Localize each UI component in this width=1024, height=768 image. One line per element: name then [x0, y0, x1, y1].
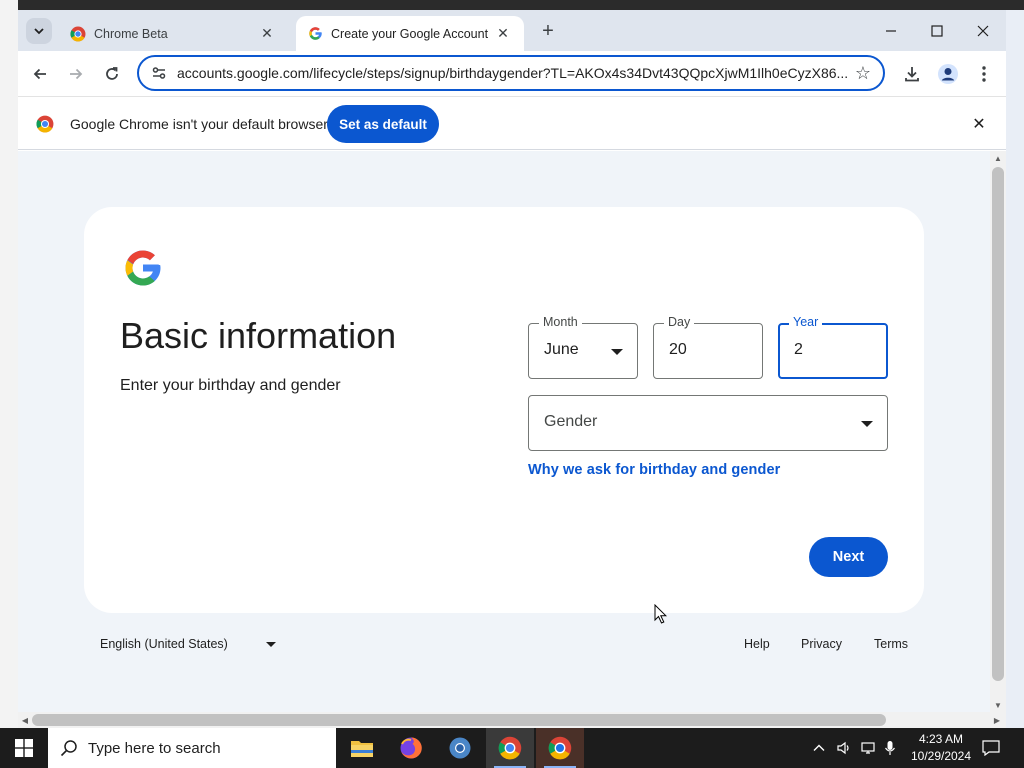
chrome-logo-icon — [36, 115, 54, 133]
language-selector[interactable]: English (United States) — [100, 637, 276, 651]
download-icon[interactable] — [899, 61, 925, 87]
tab-create-google-account[interactable]: Create your Google Account ✕ — [296, 16, 524, 51]
chevron-down-icon — [34, 28, 44, 35]
file-explorer-icon[interactable] — [338, 728, 386, 768]
vertical-scrollbar[interactable]: ▲ ▼ — [990, 151, 1006, 712]
infobar-message: Google Chrome isn't your default browser — [70, 116, 328, 132]
taskbar-clock[interactable]: 4:23 AM 10/29/2024 — [906, 731, 976, 765]
forward-icon[interactable] — [62, 60, 90, 88]
horizontal-scrollbar[interactable]: ◀ ▶ — [18, 712, 1006, 728]
scrollbar-thumb[interactable] — [32, 714, 886, 726]
tab-strip: Chrome Beta ✕ Create your Google Account… — [18, 10, 1006, 51]
microphone-icon[interactable] — [884, 740, 896, 756]
set-as-default-button[interactable]: Set as default — [327, 105, 439, 143]
help-link[interactable]: Help — [744, 637, 770, 651]
site-settings-icon[interactable] — [151, 65, 167, 81]
close-tab-icon[interactable]: ✕ — [258, 25, 276, 43]
taskbar: Type here to search 4:23 AM 10/29/2024 — [0, 728, 1024, 768]
gender-select[interactable]: Gender — [528, 395, 888, 451]
day-input[interactable]: Day 20 — [653, 315, 763, 379]
scrollbar-thumb[interactable] — [992, 167, 1004, 681]
tab-title: Create your Google Account — [331, 26, 489, 41]
tab-search-button[interactable] — [26, 18, 52, 44]
day-value: 20 — [669, 341, 687, 358]
scroll-up-icon[interactable]: ▲ — [990, 151, 1006, 165]
month-value: June — [544, 341, 579, 358]
dropdown-caret-icon — [265, 641, 276, 647]
close-tab-icon[interactable]: ✕ — [494, 25, 512, 43]
url-text: accounts.google.com/lifecycle/steps/sign… — [177, 65, 849, 81]
minimize-icon[interactable] — [868, 16, 914, 46]
language-label: English (United States) — [100, 637, 228, 651]
privacy-link[interactable]: Privacy — [801, 637, 842, 651]
signup-card: Basic information Enter your birthday an… — [84, 207, 924, 613]
more-menu-icon[interactable] — [971, 61, 997, 87]
background-window-edge — [0, 0, 18, 728]
browser-toolbar: accounts.google.com/lifecycle/steps/sign… — [18, 51, 1006, 96]
system-tray — [812, 728, 896, 768]
default-browser-infobar: Google Chrome isn't your default browser… — [18, 96, 1006, 150]
profile-avatar-icon[interactable] — [935, 61, 961, 87]
network-icon[interactable] — [860, 740, 876, 756]
year-value: 2 — [794, 341, 803, 358]
show-hidden-icons-chevron-icon[interactable] — [812, 741, 826, 755]
mouse-cursor-icon — [654, 604, 668, 624]
next-button[interactable]: Next — [809, 537, 888, 577]
year-input[interactable]: Year 2 — [778, 315, 888, 379]
desktop-background-left — [0, 0, 18, 728]
dropdown-caret-icon — [611, 349, 623, 355]
clock-time: 4:23 AM — [918, 732, 964, 746]
taskbar-search-placeholder: Type here to search — [88, 739, 221, 757]
terms-link[interactable]: Terms — [874, 637, 908, 651]
page-footer: English (United States) Help Privacy Ter… — [18, 633, 990, 655]
google-chrome-icon[interactable] — [486, 728, 534, 768]
clock-date: 10/29/2024 — [910, 749, 972, 763]
page-subtitle: Enter your birthday and gender — [120, 377, 341, 394]
firefox-icon[interactable] — [387, 728, 435, 768]
chrome-beta-icon — [70, 26, 86, 42]
volume-icon[interactable] — [836, 740, 852, 756]
chromium-icon[interactable] — [436, 728, 484, 768]
windows-start-icon[interactable] — [0, 728, 48, 768]
maximize-icon[interactable] — [914, 16, 960, 46]
gender-placeholder: Gender — [544, 413, 598, 430]
tab-chrome-beta[interactable]: Chrome Beta ✕ — [58, 16, 288, 51]
tab-title: Chrome Beta — [94, 26, 168, 41]
google-logo-icon — [125, 250, 161, 286]
year-label: Year — [789, 315, 823, 329]
bookmark-star-icon[interactable]: ☆ — [855, 63, 871, 84]
why-we-ask-link[interactable]: Why we ask for birthday and gender — [528, 462, 780, 478]
address-bar[interactable]: accounts.google.com/lifecycle/steps/sign… — [137, 55, 885, 91]
desktop-background-top — [0, 0, 1024, 10]
google-icon — [309, 27, 322, 40]
scroll-left-icon[interactable]: ◀ — [18, 712, 32, 728]
notifications-icon[interactable] — [982, 728, 1000, 768]
close-infobar-icon[interactable]: ✕ — [968, 113, 990, 135]
reload-icon[interactable] — [98, 60, 126, 88]
page-viewport: Basic information Enter your birthday an… — [18, 151, 990, 712]
dropdown-caret-icon — [861, 421, 873, 427]
taskbar-search-box[interactable]: Type here to search — [48, 728, 336, 768]
page-title: Basic information — [120, 315, 397, 356]
day-label: Day — [664, 315, 695, 329]
month-label: Month — [539, 315, 582, 329]
scroll-right-icon[interactable]: ▶ — [990, 712, 1004, 728]
new-tab-icon[interactable]: + — [536, 19, 560, 43]
back-icon[interactable] — [26, 60, 54, 88]
close-window-icon[interactable] — [960, 16, 1006, 46]
chrome-beta-taskbar-icon[interactable] — [536, 728, 584, 768]
scroll-down-icon[interactable]: ▼ — [990, 698, 1006, 712]
search-icon — [60, 740, 77, 757]
month-select[interactable]: Month June — [528, 315, 638, 379]
browser-window: Chrome Beta ✕ Create your Google Account… — [18, 10, 1006, 728]
